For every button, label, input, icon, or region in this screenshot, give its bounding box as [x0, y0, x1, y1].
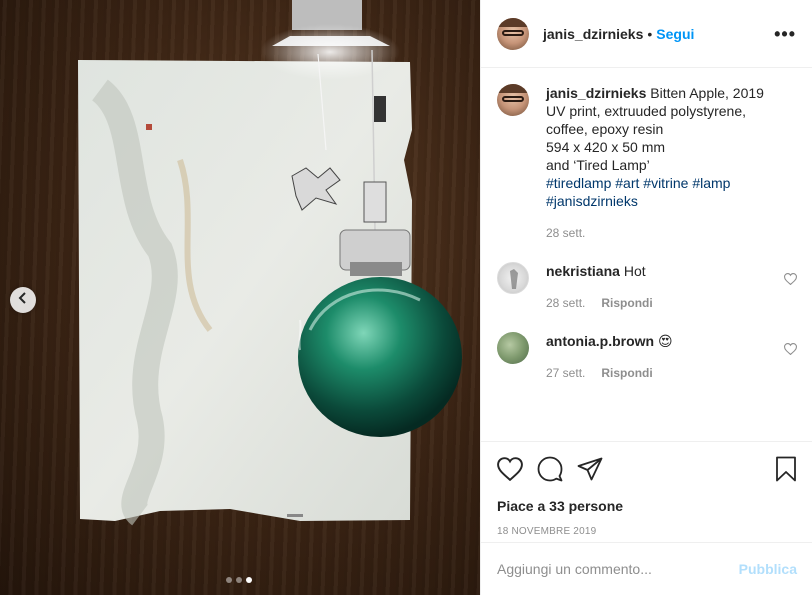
- follow-button[interactable]: Segui: [656, 26, 694, 42]
- hashtags: #tiredlamp #art #vitrine #lamp #janisdzi…: [546, 175, 730, 209]
- comment-icon[interactable]: [537, 456, 563, 482]
- post-actions: Piace a 33 persone 18 novembre 2019: [481, 441, 812, 537]
- reply-button[interactable]: Rispondi: [601, 366, 652, 380]
- comment-body: 😍: [658, 333, 673, 349]
- comment-text: antonia.p.brown 😍: [546, 332, 786, 350]
- carousel-dot: [226, 577, 232, 583]
- green-bulb: [298, 277, 462, 437]
- author-avatar[interactable]: [497, 84, 529, 116]
- comment-input[interactable]: [497, 561, 739, 577]
- caption-line: 594 x 420 x 50 mm: [546, 139, 666, 155]
- author-avatar[interactable]: [497, 17, 529, 50]
- artwork-image: [78, 0, 462, 526]
- hashtag-link[interactable]: #janisdzirnieks: [546, 193, 638, 209]
- post-date[interactable]: 18 novembre 2019: [497, 526, 797, 537]
- more-options-icon[interactable]: •••: [774, 25, 796, 43]
- carousel-dots: [226, 577, 252, 583]
- caption-username[interactable]: janis_dzirnieks: [546, 85, 646, 101]
- author-username[interactable]: janis_dzirnieks: [543, 26, 643, 42]
- post-media[interactable]: [0, 0, 480, 595]
- caption-line: coffee, epoxy resin: [546, 121, 664, 137]
- comment: nekristiana Hot 28 sett. Rispondi: [497, 262, 798, 310]
- comment-like-heart-icon[interactable]: [783, 342, 798, 360]
- reply-button[interactable]: Rispondi: [601, 296, 652, 310]
- comments-section: janis_dzirnieks Bitten Apple, 2019 UV pr…: [481, 68, 812, 441]
- add-comment-bar: Pubblica: [481, 542, 812, 595]
- comment-username[interactable]: antonia.p.brown: [546, 333, 654, 349]
- action-icons: [497, 454, 797, 484]
- comment: antonia.p.brown 😍 27 sett. Rispondi: [497, 332, 798, 380]
- heart-icon[interactable]: [497, 457, 523, 481]
- comment-meta: 27 sett. Rispondi: [546, 366, 786, 380]
- caption-line: and ‘Tired Lamp’: [546, 157, 650, 173]
- hashtag-link[interactable]: #art: [615, 175, 639, 191]
- previous-slide-button[interactable]: [10, 287, 36, 313]
- share-icon[interactable]: [577, 457, 603, 481]
- caption: janis_dzirnieks Bitten Apple, 2019 UV pr…: [497, 84, 797, 240]
- header-separator: •: [647, 25, 653, 42]
- comment-age[interactable]: 28 sett.: [546, 296, 585, 310]
- comment-body: Hot: [623, 263, 646, 279]
- chevron-left-icon: [17, 291, 29, 309]
- commenter-avatar[interactable]: [497, 332, 529, 364]
- publish-button[interactable]: Pubblica: [739, 561, 797, 577]
- caption-text: janis_dzirnieks Bitten Apple, 2019 UV pr…: [546, 84, 786, 210]
- caption-line: UV print, extruuded polystyrene,: [546, 103, 746, 119]
- caption-line: Bitten Apple, 2019: [650, 85, 764, 101]
- hashtag-link[interactable]: #lamp: [692, 175, 730, 191]
- carousel-dot-active: [246, 577, 252, 583]
- hashtag-link[interactable]: #tiredlamp: [546, 175, 611, 191]
- bookmark-icon[interactable]: [775, 456, 797, 482]
- caption-meta: 28 sett.: [546, 226, 786, 240]
- commenter-avatar[interactable]: [497, 262, 529, 294]
- carousel-dot: [236, 577, 242, 583]
- hashtag-link[interactable]: #vitrine: [643, 175, 688, 191]
- comment-username[interactable]: nekristiana: [546, 263, 620, 279]
- comment-meta: 28 sett. Rispondi: [546, 296, 786, 310]
- caption-age[interactable]: 28 sett.: [546, 226, 585, 240]
- comment-text: nekristiana Hot: [546, 262, 786, 280]
- comment-age[interactable]: 27 sett.: [546, 366, 585, 380]
- post-side-panel: janis_dzirnieks • Segui ••• janis_dzirni…: [480, 0, 812, 595]
- likes-count[interactable]: Piace a 33 persone: [497, 498, 797, 514]
- post-header: janis_dzirnieks • Segui •••: [481, 0, 812, 68]
- comment-like-heart-icon[interactable]: [783, 272, 798, 290]
